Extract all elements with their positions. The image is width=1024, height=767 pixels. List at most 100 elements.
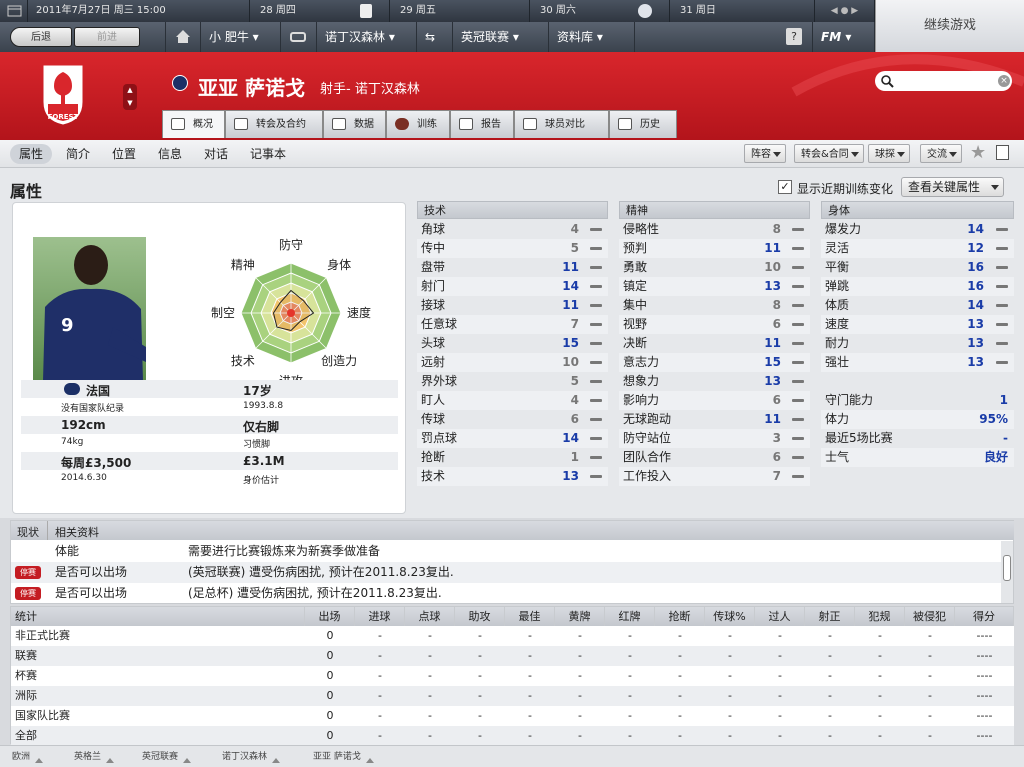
tab-history[interactable]: 历史 — [609, 110, 677, 138]
attribute-row[interactable]: 角球 4 — [417, 220, 608, 239]
star-icon[interactable]: ★ — [970, 142, 986, 163]
help-button[interactable]: ? — [786, 28, 802, 45]
home-button[interactable] — [165, 22, 201, 52]
scout-dropdown[interactable]: 球探 — [868, 144, 910, 163]
attribute-row[interactable]: 头球 15 — [417, 334, 608, 353]
manager-menu[interactable]: 小 肥牛 ▾ — [201, 22, 281, 52]
stats-column-header[interactable]: 点球 — [405, 607, 455, 626]
stats-column-header[interactable]: 得分 — [955, 607, 1014, 626]
attribute-row[interactable]: 抢断 1 — [417, 448, 608, 467]
attribute-row[interactable]: 界外球 5 — [417, 372, 608, 391]
attribute-row[interactable]: 接球 11 — [417, 296, 608, 315]
clear-search-icon[interactable]: × — [998, 75, 1010, 87]
day-30[interactable]: 30 周六 — [530, 0, 670, 22]
attribute-row[interactable]: 镇定 13 — [619, 277, 810, 296]
table-row[interactable]: 洲际 0- - - - - - - - - - - - ---- — [11, 686, 1014, 706]
crumb-player[interactable]: 亚亚 萨诺戈 — [313, 750, 377, 764]
table-row[interactable]: 杯赛 0- - - - - - - - - - - - ---- — [11, 666, 1014, 686]
stats-column-header[interactable]: 过人 — [755, 607, 805, 626]
tab-report[interactable]: 报告 — [450, 110, 514, 138]
calendar-icon[interactable] — [0, 0, 28, 22]
date-scroll-controls[interactable]: ◀ ● ▶ — [815, 0, 875, 22]
club-menu[interactable]: 诺丁汉森林 ▾ — [317, 22, 417, 52]
attribute-row[interactable]: 盘带 11 — [417, 258, 608, 277]
status-scrollbar[interactable] — [1001, 541, 1013, 603]
attribute-row[interactable]: 弹跳 16 — [821, 277, 1014, 296]
attribute-row[interactable]: 侵略性 8 — [619, 220, 810, 239]
attribute-row[interactable]: 意志力 15 — [619, 353, 810, 372]
switch-button[interactable]: ⇆ — [417, 22, 453, 52]
attribute-row[interactable]: 远射 10 — [417, 353, 608, 372]
table-row[interactable]: 全部 0- - - - - - - - - - - - ---- — [11, 726, 1014, 746]
subnav-positions[interactable]: 位置 — [106, 144, 142, 164]
forward-button[interactable]: 前进 — [74, 27, 140, 47]
attribute-row[interactable]: 传球 6 — [417, 410, 608, 429]
stats-column-header[interactable]: 红牌 — [605, 607, 655, 626]
attribute-row[interactable]: 影响力 6 — [619, 391, 810, 410]
attribute-row[interactable]: 视野 6 — [619, 315, 810, 334]
attribute-row[interactable]: 传中 5 — [417, 239, 608, 258]
player-scroll-arrows[interactable]: ▲ ▼ — [123, 84, 137, 110]
attribute-row[interactable]: 罚点球 14 — [417, 429, 608, 448]
attribute-row[interactable]: 速度 13 — [821, 315, 1014, 334]
attribute-row[interactable]: 勇敢 10 — [619, 258, 810, 277]
attribute-row[interactable]: 强壮 13 — [821, 353, 1014, 372]
day-31[interactable]: 31 周日 — [670, 0, 815, 22]
interact-dropdown[interactable]: 交流 — [920, 144, 962, 163]
continue-game-button[interactable]: 继续游戏 — [875, 0, 1024, 52]
attribute-row[interactable]: 工作投入 7 — [619, 467, 810, 486]
crumb-league[interactable]: 英冠联赛 — [142, 750, 194, 764]
stats-column-header[interactable]: 被侵犯 — [905, 607, 955, 626]
attribute-row[interactable]: 防守站位 3 — [619, 429, 810, 448]
attribute-row[interactable]: 技术 13 — [417, 467, 608, 486]
tab-transfer[interactable]: 转会及合约 — [225, 110, 323, 138]
transfer-dropdown[interactable]: 转会&合同 — [794, 144, 864, 163]
crumb-europe[interactable]: 欧洲 — [12, 750, 46, 764]
stats-column-header[interactable]: 传球% — [705, 607, 755, 626]
attribute-row[interactable]: 体质 14 — [821, 296, 1014, 315]
attribute-row[interactable]: 想象力 13 — [619, 372, 810, 391]
subnav-notes[interactable]: 记事本 — [244, 144, 292, 164]
attribute-row[interactable]: 射门 14 — [417, 277, 608, 296]
crumb-england[interactable]: 英格兰 — [74, 750, 117, 764]
stats-column-header[interactable]: 最佳 — [505, 607, 555, 626]
attribute-row[interactable]: 集中 8 — [619, 296, 810, 315]
day-28[interactable]: 28 周四 — [250, 0, 390, 22]
attribute-row[interactable]: 任意球 7 — [417, 315, 608, 334]
attribute-row[interactable]: 团队合作 6 — [619, 448, 810, 467]
stats-column-header[interactable]: 犯规 — [855, 607, 905, 626]
squad-dropdown[interactable]: 阵容 — [744, 144, 786, 163]
back-button[interactable]: 后退 — [10, 27, 72, 47]
attribute-row[interactable]: 耐力 13 — [821, 334, 1014, 353]
attribute-row[interactable]: 灵活 12 — [821, 239, 1014, 258]
table-row[interactable]: 国家队比赛 0- - - - - - - - - - - - ---- — [11, 706, 1014, 726]
table-row[interactable]: 联赛 0- - - - - - - - - - - - ---- — [11, 646, 1014, 666]
stats-column-header[interactable]: 抢断 — [655, 607, 705, 626]
subnav-attributes[interactable]: 属性 — [10, 144, 53, 164]
search-input[interactable]: × — [875, 71, 1012, 91]
stats-column-header[interactable]: 射正 — [805, 607, 855, 626]
stats-column-header[interactable]: 出场 — [305, 607, 355, 626]
crumb-club[interactable]: 诺丁汉森林 — [222, 750, 283, 764]
day-29[interactable]: 29 周五 — [390, 0, 530, 22]
attribute-row[interactable]: 预判 11 — [619, 239, 810, 258]
inbox-button[interactable] — [281, 22, 317, 52]
subnav-talk[interactable]: 对话 — [198, 144, 234, 164]
subnav-profile[interactable]: 简介 — [60, 144, 96, 164]
attribute-row[interactable]: 盯人 4 — [417, 391, 608, 410]
attribute-row[interactable]: 决断 11 — [619, 334, 810, 353]
attribute-row[interactable]: 无球跑动 11 — [619, 410, 810, 429]
tab-compare[interactable]: 球员对比 — [514, 110, 609, 138]
tab-training[interactable]: 训练 — [386, 110, 450, 138]
add-note-icon[interactable] — [996, 145, 1009, 160]
stats-column-header[interactable]: 助攻 — [455, 607, 505, 626]
tab-overview[interactable]: 概况 — [162, 110, 225, 138]
stats-column-header[interactable]: 进球 — [355, 607, 405, 626]
fm-menu[interactable]: FM ▾ — [812, 22, 875, 52]
subnav-info[interactable]: 信息 — [152, 144, 188, 164]
attribute-row[interactable]: 爆发力 14 — [821, 220, 1014, 239]
table-row[interactable]: 非正式比赛 0- - - - - - - - - - - - ---- — [11, 626, 1014, 646]
stats-column-header[interactable]: 黄牌 — [555, 607, 605, 626]
attribute-row[interactable]: 平衡 16 — [821, 258, 1014, 277]
key-attributes-dropdown[interactable]: 查看关键属性 — [901, 177, 1004, 197]
